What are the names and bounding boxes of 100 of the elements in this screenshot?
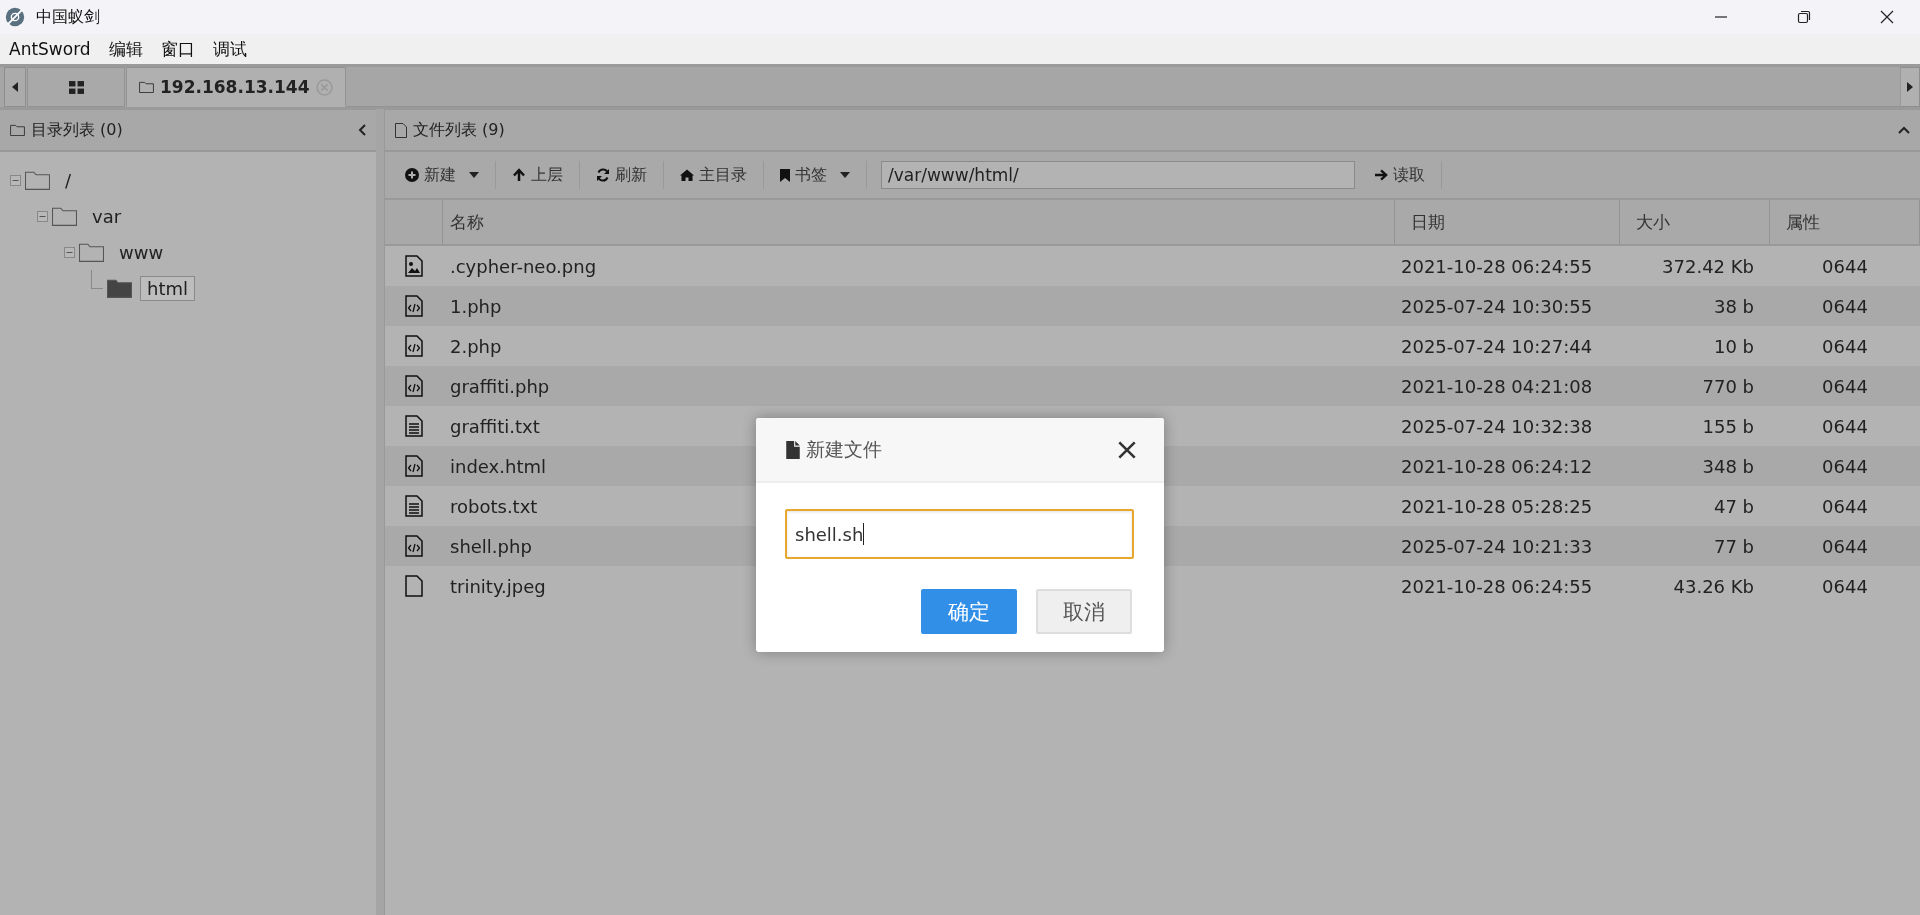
file-mode: 0644 <box>1821 414 1869 439</box>
code-file-icon <box>404 455 423 477</box>
caret-icon <box>840 172 850 178</box>
app-logo-icon <box>4 6 26 28</box>
image-file-icon <box>404 255 423 277</box>
code-file-icon <box>404 375 423 397</box>
folder-icon <box>10 124 25 136</box>
panel-title: 文件列表 (9) <box>413 119 505 141</box>
file-mode: 0644 <box>1821 374 1869 399</box>
code-file-icon <box>404 335 423 357</box>
file-name[interactable]: index.html <box>450 455 546 477</box>
read-button[interactable]: 读取 <box>1365 164 1435 186</box>
collapse-toggle-icon[interactable] <box>10 174 21 186</box>
code-file-icon <box>404 295 423 317</box>
file-date: 2021-10-28 06:24:55 <box>1400 574 1594 599</box>
file-name[interactable]: robots.txt <box>450 495 538 517</box>
folder-icon <box>25 170 50 190</box>
file-name[interactable]: graffiti.txt <box>450 415 540 437</box>
file-mode: 0644 <box>1821 254 1869 279</box>
file-date: 2021-10-28 06:24:12 <box>1400 454 1594 479</box>
restore-icon[interactable] <box>1797 10 1811 24</box>
file-icon <box>404 575 423 597</box>
filled-folder-icon <box>107 278 132 298</box>
refresh-icon <box>596 168 610 182</box>
dialog-title: 新建文件 <box>806 436 882 462</box>
bookmark-icon <box>780 168 790 182</box>
tree-connector-line <box>91 270 103 289</box>
file-name[interactable]: 1.php <box>450 295 502 317</box>
file-icon <box>786 440 800 459</box>
file-size: 155 b <box>1701 414 1755 439</box>
file-date: 2021-10-28 06:24:55 <box>1400 254 1594 279</box>
path-field[interactable]: /var/www/html/ <box>881 161 1355 189</box>
file-size: 77 b <box>1712 534 1755 559</box>
file-mode: 0644 <box>1821 334 1869 359</box>
left-arrow-icon <box>12 82 18 92</box>
toolbar-button[interactable]: 上层 <box>502 164 573 186</box>
plus-circle-icon <box>405 168 419 182</box>
file-date: 2021-10-28 04:21:08 <box>1400 374 1594 399</box>
cancel-button[interactable]: 取消 <box>1036 589 1132 634</box>
dashboard-tab[interactable] <box>27 67 125 107</box>
file-size: 38 b <box>1712 294 1755 319</box>
right-arrow-icon <box>1907 82 1913 92</box>
right-arrow-icon <box>1375 169 1388 181</box>
text-file-icon <box>404 495 423 517</box>
file-mode: 0644 <box>1821 294 1869 319</box>
file-mode: 0644 <box>1821 574 1869 599</box>
toolbar-button[interactable]: 主目录 <box>670 164 757 186</box>
column-header[interactable]: 大小 <box>1620 200 1770 244</box>
file-name[interactable]: graffiti.php <box>450 375 550 397</box>
toolbar-button[interactable]: 刷新 <box>586 164 657 186</box>
scroll-left-button[interactable] <box>4 67 26 107</box>
panel-title: 目录列表 (0) <box>31 119 123 141</box>
column-header[interactable]: 属性 <box>1770 200 1920 244</box>
file-mode: 0644 <box>1821 494 1869 519</box>
file-name[interactable]: 2.php <box>450 335 502 357</box>
file-date: 2025-07-24 10:30:55 <box>1400 294 1594 319</box>
collapse-toggle-icon[interactable] <box>64 246 75 258</box>
collapse-icon[interactable] <box>358 124 366 136</box>
file-icon <box>395 122 407 138</box>
file-size: 348 b <box>1701 454 1755 479</box>
tab-label: 192.168.13.144 <box>160 77 310 97</box>
file-date: 2025-07-24 10:32:38 <box>1400 414 1594 439</box>
text-file-icon <box>404 415 423 437</box>
tree-item[interactable]: www <box>112 239 171 265</box>
toolbar-button[interactable]: 书签 <box>770 164 860 186</box>
file-name[interactable]: shell.php <box>450 535 532 557</box>
file-size: 47 b <box>1712 494 1755 519</box>
file-size: 770 b <box>1701 374 1755 399</box>
close-icon[interactable] <box>1118 440 1136 459</box>
tree-item[interactable]: var <box>85 203 129 229</box>
menu-item[interactable]: 编辑 <box>108 37 143 61</box>
code-file-icon <box>404 535 423 557</box>
file-mode: 0644 <box>1821 454 1869 479</box>
close-icon[interactable] <box>1880 10 1894 24</box>
file-name[interactable]: .cypher-neo.png <box>450 255 597 277</box>
file-size: 43.26 Kb <box>1672 574 1755 599</box>
menu-item[interactable]: 调试 <box>212 37 247 61</box>
file-size: 372.42 Kb <box>1661 254 1755 279</box>
file-name-field[interactable]: shell.sh <box>785 509 1134 559</box>
window-title: 中国蚁剑 <box>36 6 100 28</box>
tree-item[interactable]: html <box>140 275 195 301</box>
menu-item[interactable]: 窗口 <box>160 37 195 61</box>
grid-icon <box>68 80 84 94</box>
file-mode: 0644 <box>1821 534 1869 559</box>
collapse-toggle-icon[interactable] <box>37 210 48 222</box>
folder-icon <box>139 81 154 93</box>
scroll-right-button[interactable] <box>1900 67 1920 107</box>
host-tab[interactable]: 192.168.13.144 <box>126 67 346 107</box>
collapse-icon[interactable] <box>1898 126 1910 134</box>
file-date: 2025-07-24 10:21:33 <box>1400 534 1594 559</box>
file-name[interactable]: trinity.jpeg <box>450 575 546 597</box>
menu-item[interactable]: AntSword <box>9 39 91 59</box>
toolbar-button[interactable]: 新建 <box>395 164 489 186</box>
file-date: 2021-10-28 05:28:25 <box>1400 494 1594 519</box>
file-date: 2025-07-24 10:27:44 <box>1400 334 1594 359</box>
column-header[interactable]: 日期 <box>1395 200 1620 244</box>
up-arrow-icon <box>512 168 526 182</box>
tree-item[interactable]: / <box>58 167 79 193</box>
column-header[interactable]: 名称 <box>443 200 1395 244</box>
folder-icon <box>79 242 104 262</box>
